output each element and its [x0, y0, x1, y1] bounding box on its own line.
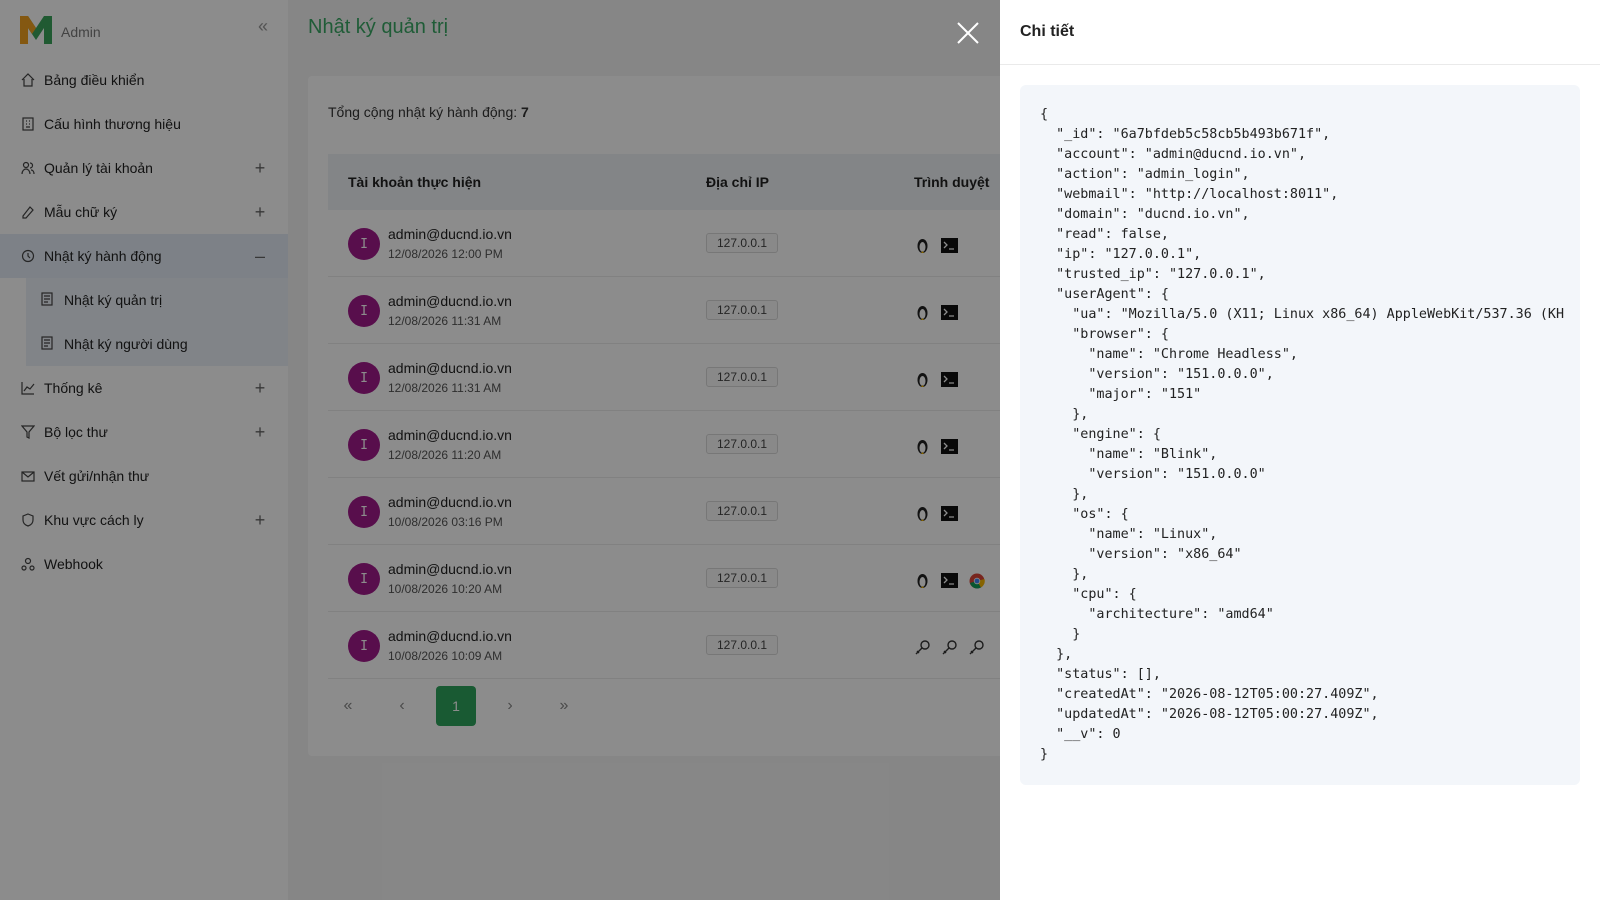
detail-drawer: Chi tiết { "_id": "6a7bfdeb5c58cb5b493b6…	[1000, 0, 1600, 900]
drawer-body: { "_id": "6a7bfdeb5c58cb5b493b671f", "ac…	[1000, 65, 1600, 805]
json-content: { "_id": "6a7bfdeb5c58cb5b493b671f", "ac…	[1040, 107, 1565, 762]
drawer-mask[interactable]	[0, 0, 1000, 900]
drawer-title: Chi tiết	[1000, 0, 1600, 65]
json-viewer: { "_id": "6a7bfdeb5c58cb5b493b671f", "ac…	[1020, 85, 1580, 785]
close-icon[interactable]	[955, 20, 981, 46]
